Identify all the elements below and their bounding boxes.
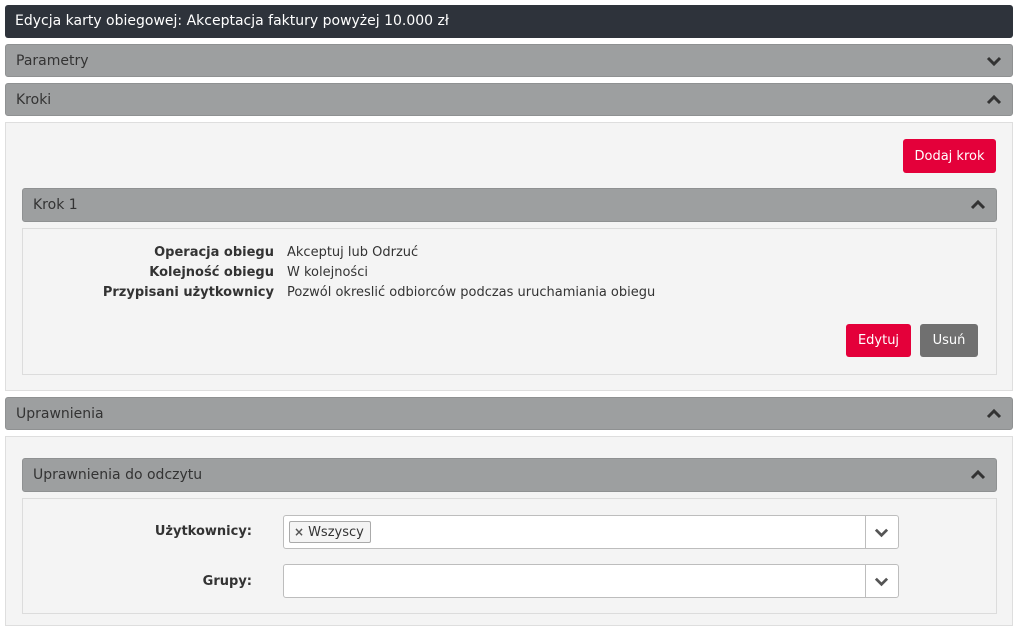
- panel-parametry-header[interactable]: Parametry: [5, 44, 1013, 77]
- detail-label-order: Kolejność obiegu: [149, 265, 274, 280]
- chevron-up-icon[interactable]: [970, 467, 986, 483]
- chevron-up-icon[interactable]: [986, 406, 1002, 422]
- panel-uprawnienia-header[interactable]: Uprawnienia: [5, 397, 1013, 430]
- panel-krok1-header[interactable]: Krok 1: [22, 188, 997, 222]
- page-title: Edycja karty obiegowej: Akceptacja faktu…: [5, 5, 1013, 38]
- chevron-up-icon[interactable]: [970, 197, 986, 213]
- edit-step-button[interactable]: Edytuj: [846, 324, 911, 357]
- panel-parametry-label: Parametry: [16, 53, 89, 69]
- panel-odczyt-header[interactable]: Uprawnienia do odczytu: [22, 458, 997, 492]
- detail-value-operation: Akceptuj lub Odrzuć: [287, 245, 419, 260]
- groups-label: Grupy:: [202, 574, 252, 589]
- groups-select[interactable]: [283, 564, 899, 598]
- remove-tag-icon[interactable]: ×: [294, 525, 304, 539]
- detail-value-order: W kolejności: [287, 265, 368, 280]
- panel-kroki-header[interactable]: Kroki: [5, 83, 1013, 116]
- users-label: Użytkownicy:: [154, 524, 252, 539]
- panel-uprawnienia-label: Uprawnienia: [16, 406, 104, 422]
- delete-step-button[interactable]: Usuń: [920, 324, 978, 357]
- detail-value-assigned-users: Pozwól okreslić odbiorców podczas urucha…: [287, 285, 656, 300]
- panel-krok1-label: Krok 1: [33, 197, 78, 213]
- chevron-down-icon: [874, 525, 889, 544]
- panel-odczyt-body: Użytkownicy: × Wszyscy Grupy:: [22, 498, 997, 614]
- panel-krok1-body: Operacja obiegu Akceptuj lub Odrzuć Kole…: [22, 228, 997, 375]
- user-tag-wszyscy: × Wszyscy: [289, 521, 371, 543]
- panel-odczyt-label: Uprawnienia do odczytu: [33, 467, 203, 483]
- add-step-button[interactable]: Dodaj krok: [903, 139, 996, 173]
- panel-kroki-label: Kroki: [16, 92, 52, 108]
- chevron-down-icon[interactable]: [986, 53, 1002, 69]
- chevron-up-icon[interactable]: [986, 92, 1002, 108]
- users-dropdown-toggle[interactable]: [865, 516, 898, 548]
- page-title-text: Edycja karty obiegowej: Akceptacja faktu…: [15, 13, 449, 29]
- groups-dropdown-toggle[interactable]: [865, 565, 898, 597]
- panel-uprawnienia-body: Uprawnienia do odczytu Użytkownicy: × Wsz…: [5, 436, 1013, 626]
- detail-label-operation: Operacja obiegu: [154, 245, 274, 260]
- panel-kroki-body: Dodaj krok Krok 1 Operacja obiegu Akcept…: [5, 122, 1013, 391]
- user-tag-label: Wszyscy: [308, 525, 364, 540]
- chevron-down-icon: [874, 574, 889, 593]
- detail-label-assigned-users: Przypisani użytkownicy: [102, 285, 274, 300]
- users-select[interactable]: × Wszyscy: [283, 515, 899, 549]
